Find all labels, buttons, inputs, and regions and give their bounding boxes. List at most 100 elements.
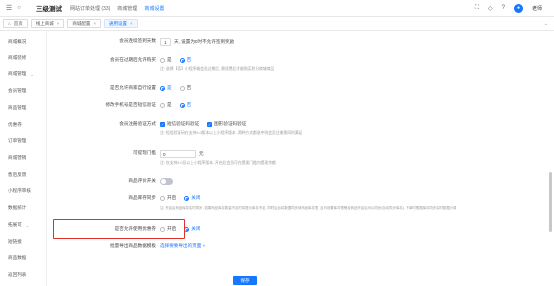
radio-no[interactable]: 否 bbox=[179, 102, 192, 108]
review-toggle[interactable] bbox=[160, 178, 173, 185]
setting-label: 可提现门槛 bbox=[133, 150, 156, 155]
sidebar-item-mall-manage[interactable]: 商城管理 ⌄ bbox=[8, 71, 34, 77]
setting-hint: 注: 选择【否】小程序端会员过期后, 需续费后才能购买积分商城商品 bbox=[160, 67, 275, 71]
checkin-days-input[interactable]: 1 bbox=[160, 38, 171, 46]
user-name[interactable]: 老师 bbox=[532, 5, 542, 12]
radio-label: 否 bbox=[186, 102, 192, 107]
tab-label: 商城配置 bbox=[72, 20, 91, 26]
nav-mall-settings[interactable]: 商城设置 bbox=[144, 5, 164, 12]
sidebar-item-product-data[interactable]: 商品数据 bbox=[8, 255, 26, 261]
radio-off[interactable]: 关闭 bbox=[184, 195, 200, 201]
sidebar-item-extensions[interactable]: 拓展可 ⌄ bbox=[8, 222, 29, 228]
sidebar-item-decoration[interactable]: 商城装修 bbox=[8, 55, 26, 61]
sidebar-item-label: 商品管理 bbox=[8, 105, 27, 110]
sidebar: 商城概况 商城装修 商城管理 ⌄ 会员管理 商品管理 优惠券 订单管理 商城营销 … bbox=[0, 31, 47, 286]
setting-label: 会员在过期后允许购买 bbox=[110, 57, 156, 62]
sms-verify-checkbox[interactable]: ✓ 短信验证码验证 bbox=[160, 121, 199, 127]
sidebar-item-feedback[interactable]: 售后反馈 bbox=[8, 172, 26, 178]
avatar[interactable]: ● bbox=[513, 3, 523, 13]
tab-online-mall[interactable]: 线上商城 × bbox=[30, 19, 65, 28]
setting-label: 是否允许商家自行设置 bbox=[110, 85, 156, 90]
nav-orders[interactable]: 网站订单处理 (33) bbox=[70, 5, 110, 12]
sidebar-item-label: 优惠券 bbox=[8, 122, 22, 127]
sidebar-item-members[interactable]: 会员管理 bbox=[8, 88, 26, 94]
setting-label: 商品库存同步 bbox=[128, 195, 156, 200]
radio-on[interactable]: 开启 bbox=[160, 195, 176, 201]
tab-home[interactable]: ⌂ 首页 bbox=[3, 19, 28, 28]
export-page-link[interactable]: 选择要要导出的页面 » bbox=[160, 243, 205, 249]
setting-hint: 注: 仅支持3.0及以上小程序版本, 开启后会员可在提现门槛内提现余额 bbox=[160, 161, 276, 165]
radio-yes[interactable]: 是 bbox=[160, 57, 172, 63]
setting-suffix: 天, 设置为0时不允许签到奖励 bbox=[174, 39, 235, 44]
nav-mall-manage[interactable]: 商城管理 bbox=[117, 5, 137, 12]
tab-label: 通用设置 bbox=[109, 20, 127, 26]
radio-no[interactable]: 否 bbox=[179, 85, 192, 91]
sidebar-item-back[interactable]: 返回列表 bbox=[8, 272, 26, 278]
sidebar-item-label: 订单管理 bbox=[8, 138, 27, 143]
setting-label: 商品评价开关 bbox=[128, 178, 156, 183]
sidebar-item-label: 商城营销 bbox=[8, 155, 27, 160]
tab-mall-config[interactable]: 商城配置 × bbox=[67, 19, 101, 28]
sidebar-item-orders[interactable]: 订单管理 bbox=[8, 138, 26, 144]
radio-label: 否 bbox=[186, 85, 192, 90]
home-icon: ⌂ bbox=[8, 21, 11, 26]
close-icon[interactable]: × bbox=[57, 21, 60, 26]
tab-label: 首页 bbox=[13, 20, 23, 26]
help-icon[interactable]: ? bbox=[502, 5, 505, 11]
sidebar-item-label: 商城装修 bbox=[8, 55, 27, 60]
settings-panel: 会员连续签到天数 1 天, 设置为0时不允许签到奖励 会员在过期后允许购买 是 … bbox=[47, 31, 554, 286]
radio-off[interactable]: 关闭 bbox=[184, 226, 200, 232]
radio-label: 是 bbox=[167, 57, 172, 62]
sidebar-item-short-links[interactable]: 短链接 bbox=[8, 239, 22, 245]
top-nav: 网站订单处理 (33) 商城管理 商城设置 bbox=[70, 5, 164, 12]
setting-label: 批量导出商品数据模板 bbox=[110, 243, 156, 248]
menu-icon[interactable]: ☰ bbox=[4, 4, 14, 12]
top-bar: ☰ ○ 三级测试 网站订单处理 (33) 商城管理 商城设置 ⛶ ◇ ? ● 老… bbox=[0, 0, 554, 17]
sidebar-item-label: 拓展可 bbox=[8, 222, 22, 227]
close-icon[interactable]: × bbox=[93, 21, 96, 26]
tab-bar: ⌂ 首页 线上商城 × 商城配置 × 通用设置 × ⌄ bbox=[0, 17, 554, 31]
sidebar-item-label: 短链接 bbox=[8, 239, 22, 244]
radio-yes[interactable]: 是 bbox=[160, 85, 172, 91]
save-button[interactable]: 保存 bbox=[233, 276, 257, 285]
sidebar-item-label: 返回列表 bbox=[8, 272, 27, 277]
setting-hint: 注: 开启后商品库存实时同步, 如果商品库存数量不足时将提示库存不足, 同时后台… bbox=[160, 206, 457, 210]
setting-label: 会员注册验证方式 bbox=[119, 121, 156, 126]
radio-label: 关闭 bbox=[191, 195, 201, 200]
close-icon[interactable]: × bbox=[130, 21, 133, 26]
radio-label: 是 bbox=[167, 102, 172, 107]
sidebar-item-statistics[interactable]: 数据统计 bbox=[8, 205, 26, 211]
checkbox-label: 图形验证码验证 bbox=[214, 121, 247, 126]
sidebar-item-label: 售后反馈 bbox=[8, 172, 27, 177]
setting-hint: 注: 短信验证码在支持3.0版本以上小程序版本, 两种方式都选中则会员注册需同时… bbox=[160, 131, 303, 135]
sidebar-item-products[interactable]: 商品管理 bbox=[8, 105, 26, 111]
radio-yes[interactable]: 是 bbox=[160, 102, 172, 108]
highlight-box bbox=[53, 219, 185, 239]
sidebar-item-overview[interactable]: 商城概况 bbox=[8, 39, 26, 45]
radio-no[interactable]: 否 bbox=[179, 57, 191, 63]
sidebar-item-label: 会员管理 bbox=[8, 88, 27, 93]
bell-icon[interactable]: ◇ bbox=[488, 5, 493, 12]
sidebar-item-label: 商品数据 bbox=[8, 255, 27, 260]
refresh-icon[interactable]: ○ bbox=[14, 5, 24, 11]
setting-label: 修改手机号是否短信验证 bbox=[105, 102, 156, 107]
sidebar-item-coupons[interactable]: 优惠券 bbox=[8, 122, 22, 128]
radio-label: 关闭 bbox=[191, 226, 201, 231]
image-verify-checkbox[interactable]: ✓ 图形验证码验证 bbox=[207, 121, 246, 127]
sidebar-item-label: 商城概况 bbox=[8, 39, 27, 44]
setting-label: 会员连续签到天数 bbox=[119, 38, 156, 43]
chevron-down-icon[interactable]: ⌄ bbox=[544, 21, 548, 27]
sidebar-item-label: 数据统计 bbox=[8, 205, 27, 210]
sidebar-item-marketing[interactable]: 商城营销 bbox=[8, 155, 26, 161]
scrollbar[interactable] bbox=[549, 172, 552, 232]
brand-title: 三级测试 bbox=[36, 6, 62, 13]
chevron-down-icon: ⌄ bbox=[25, 222, 30, 228]
withdraw-threshold-input[interactable]: 0 bbox=[160, 150, 196, 158]
sidebar-item-miniapp-review[interactable]: 小程序审核 bbox=[8, 188, 31, 194]
fullscreen-icon[interactable]: ⛶ bbox=[475, 5, 479, 12]
setting-suffix: 元 bbox=[199, 151, 204, 156]
sidebar-item-label: 商城管理 bbox=[8, 71, 27, 76]
chevron-down-icon: ⌄ bbox=[30, 71, 34, 77]
checkbox-label: 短信验证码验证 bbox=[167, 121, 200, 126]
tab-general-settings[interactable]: 通用设置 × bbox=[104, 19, 138, 28]
